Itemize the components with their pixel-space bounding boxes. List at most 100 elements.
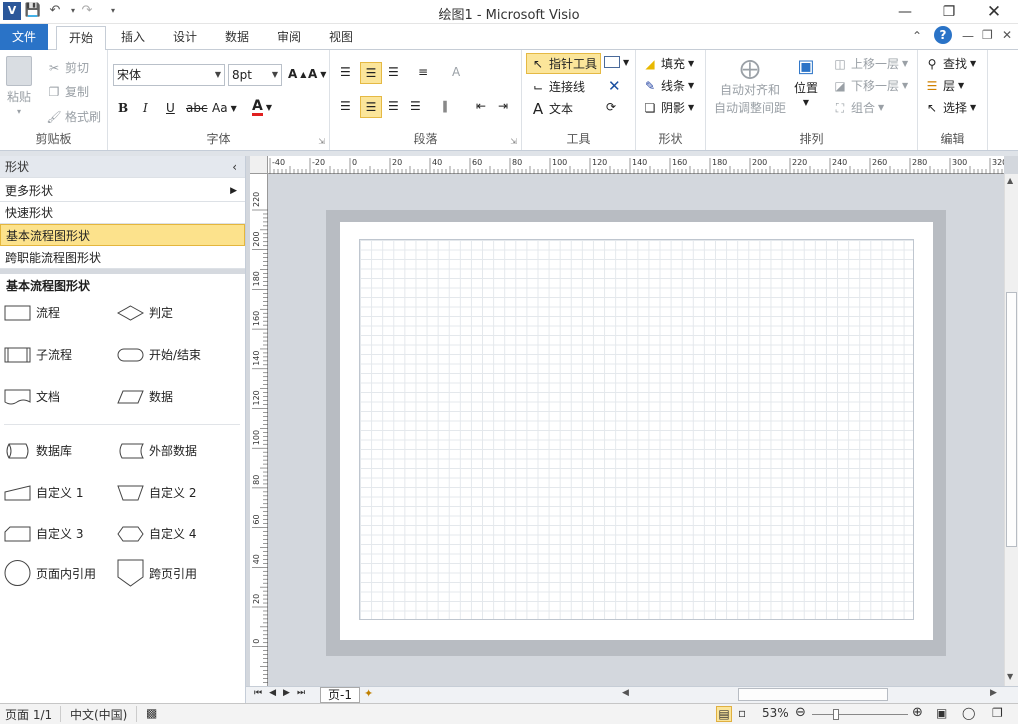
layers-button[interactable]: ☰ 层 ▼ bbox=[924, 77, 965, 94]
justify-icon[interactable]: ☰ bbox=[410, 99, 421, 113]
copy-button[interactable]: ❐ 复制 bbox=[46, 83, 89, 100]
paste-button[interactable]: 粘贴 ▾ bbox=[6, 56, 32, 116]
minimize-ribbon-icon[interactable]: ⌃ bbox=[912, 29, 922, 43]
shape-data[interactable]: 数据 bbox=[117, 388, 173, 405]
paste-dropdown-icon[interactable]: ▾ bbox=[17, 107, 21, 116]
align-top-icon[interactable]: ☰ bbox=[340, 65, 351, 79]
text-tool-button[interactable]: A 文本 bbox=[530, 100, 573, 117]
shape-custom-4[interactable]: 自定义 4 bbox=[117, 525, 196, 542]
doc-restore-icon[interactable]: ❐ bbox=[982, 28, 993, 42]
basic-flowchart-shapes-item[interactable]: 基本流程图形状 bbox=[0, 224, 245, 246]
find-button[interactable]: ⚲ 查找 ▼ bbox=[924, 55, 977, 72]
scroll-up-icon[interactable]: ▲ bbox=[1007, 176, 1013, 185]
cut-button[interactable]: ✂ 剪切 bbox=[46, 59, 89, 76]
pointer-tool-button[interactable]: ↖ 指针工具 bbox=[526, 53, 602, 74]
shape-on-page-reference[interactable]: 页面内引用 bbox=[4, 559, 96, 587]
scroll-down-icon[interactable]: ▼ bbox=[1007, 672, 1013, 681]
scroll-right-icon[interactable]: ▶ bbox=[990, 688, 997, 698]
align-bottom-icon[interactable]: ☰ bbox=[388, 65, 399, 79]
align-center-icon[interactable]: ☰ bbox=[360, 96, 382, 118]
doc-minimize-icon[interactable]: — bbox=[962, 29, 974, 43]
tab-view[interactable]: 视图 bbox=[318, 26, 364, 50]
font-size-select[interactable]: 8pt ▼ bbox=[228, 64, 282, 86]
fit-page-icon[interactable]: ▣ bbox=[936, 706, 947, 720]
scroll-left-icon[interactable]: ◀ bbox=[622, 688, 629, 698]
switch-windows-icon[interactable]: ❐ bbox=[992, 706, 1003, 720]
collapse-panel-icon[interactable]: ‹ bbox=[232, 156, 237, 178]
presentation-view-icon[interactable]: ▫ bbox=[738, 706, 746, 720]
send-backward-button[interactable]: ◪ 下移一层 ▼ bbox=[832, 77, 908, 94]
connection-point-icon[interactable]: ✕ bbox=[608, 77, 621, 95]
normal-view-icon[interactable]: ▤ bbox=[716, 706, 732, 722]
close-icon[interactable]: ✕ bbox=[975, 0, 1013, 24]
auto-align-space-button[interactable]: ⨁ 自动对齐和 自动调整间距 bbox=[714, 56, 786, 116]
font-family-select[interactable]: 宋体 ▼ bbox=[113, 64, 225, 86]
tab-insert[interactable]: 插入 bbox=[110, 26, 156, 50]
tab-home[interactable]: 开始 bbox=[56, 26, 106, 51]
zoom-slider-handle[interactable] bbox=[833, 709, 839, 720]
shape-custom-1[interactable]: 自定义 1 bbox=[4, 484, 83, 501]
page-grid[interactable] bbox=[359, 239, 914, 620]
shape-start-end[interactable]: 开始/结束 bbox=[117, 346, 201, 363]
minimize-icon[interactable]: — bbox=[886, 0, 924, 24]
strikethrough-button[interactable]: abc bbox=[186, 101, 208, 115]
distribute-icon[interactable]: ∥ bbox=[442, 99, 448, 113]
status-language[interactable]: 中文(中国) bbox=[70, 706, 127, 723]
tab-review[interactable]: 审阅 bbox=[266, 26, 312, 50]
restore-icon[interactable]: ❐ bbox=[930, 0, 968, 24]
connector-button[interactable]: ⌙ 连接线 bbox=[530, 78, 585, 95]
pan-zoom-icon[interactable]: ◯ bbox=[962, 706, 975, 720]
insert-page-icon[interactable]: ✦ bbox=[364, 687, 373, 700]
cross-functional-flowchart-item[interactable]: 跨职能流程图形状 bbox=[0, 247, 245, 269]
change-case-button[interactable]: Aa ▼ bbox=[212, 101, 237, 115]
shape-process[interactable]: 流程 bbox=[4, 304, 60, 321]
tab-data[interactable]: 数据 bbox=[214, 26, 260, 50]
underline-button[interactable]: U bbox=[166, 101, 175, 115]
vertical-scroll-thumb[interactable] bbox=[1006, 292, 1017, 547]
line-button[interactable]: ✎ 线条 ▼ bbox=[642, 77, 694, 94]
zoom-in-icon[interactable]: ⊕ bbox=[912, 705, 923, 720]
page-nav-icons[interactable]: ⏮◀▶⏭ bbox=[254, 688, 312, 698]
vertical-scrollbar[interactable]: ▲ ▼ bbox=[1004, 174, 1018, 686]
align-left-icon[interactable]: ☰ bbox=[340, 99, 351, 113]
decrease-indent-icon[interactable]: ⇤ bbox=[476, 99, 486, 113]
horizontal-ruler[interactable]: -40 -20 0 20 40 60 80 100 120 140 160 180 200 220 240 2… bbox=[250, 156, 1007, 174]
zoom-out-icon[interactable]: ⊖ bbox=[795, 705, 806, 720]
shape-decision[interactable]: 判定 bbox=[117, 304, 173, 321]
macro-record-icon[interactable]: ▩ bbox=[146, 706, 157, 720]
shape-database[interactable]: 数据库 bbox=[4, 442, 72, 459]
fill-button[interactable]: ◢ 填充 ▼ bbox=[642, 55, 694, 72]
grow-font-icon[interactable]: A ▲ bbox=[288, 67, 306, 81]
format-painter-button[interactable]: 🖌 格式刷 bbox=[46, 108, 101, 125]
shape-off-page-reference[interactable]: 跨页引用 bbox=[117, 559, 197, 587]
more-shapes-item[interactable]: 更多形状 ▶ bbox=[0, 180, 245, 202]
page-tab-1[interactable]: 页-1 bbox=[320, 687, 360, 703]
rectangle-tool-button[interactable]: ▼ bbox=[604, 56, 629, 68]
select-button[interactable]: ↖ 选择 ▼ bbox=[924, 99, 976, 116]
tab-design[interactable]: 设计 bbox=[162, 26, 208, 50]
shape-custom-3[interactable]: 自定义 3 bbox=[4, 525, 83, 542]
group-button[interactable]: ⛶ 组合 ▼ bbox=[832, 99, 884, 116]
align-right-icon[interactable]: ☰ bbox=[388, 99, 399, 113]
shape-external-data[interactable]: 外部数据 bbox=[117, 442, 197, 459]
italic-button[interactable]: I bbox=[143, 101, 148, 115]
rotate-icon[interactable]: ⟳ bbox=[606, 100, 616, 114]
bring-forward-button[interactable]: ◫ 上移一层 ▼ bbox=[832, 55, 908, 72]
tab-file[interactable]: 文件 bbox=[0, 24, 48, 50]
text-direction-icon[interactable]: A bbox=[452, 65, 460, 79]
align-middle-icon[interactable]: ☰ bbox=[360, 62, 382, 84]
status-page-number[interactable]: 页面 1/1 bbox=[5, 706, 52, 723]
shape-document[interactable]: 文档 bbox=[4, 388, 60, 405]
shape-custom-2[interactable]: 自定义 2 bbox=[117, 484, 196, 501]
bold-button[interactable]: B bbox=[118, 101, 128, 115]
shrink-font-icon[interactable]: A ▼ bbox=[308, 67, 326, 81]
help-icon[interactable]: ? bbox=[934, 26, 952, 44]
font-color-button[interactable]: A ▼ bbox=[252, 99, 272, 116]
position-button[interactable]: ▣ 位置 ▼ bbox=[794, 56, 818, 107]
doc-close-icon[interactable]: ✕ bbox=[1002, 28, 1012, 42]
vertical-ruler[interactable]: 220 200 180 160 140 120 100 80 60 40 20 0 bbox=[250, 174, 268, 686]
zoom-level[interactable]: 53% bbox=[762, 706, 789, 720]
horizontal-scroll-thumb[interactable] bbox=[738, 688, 888, 701]
zoom-slider-track[interactable] bbox=[812, 714, 908, 715]
shadow-button[interactable]: ❏ 阴影 ▼ bbox=[642, 99, 695, 116]
